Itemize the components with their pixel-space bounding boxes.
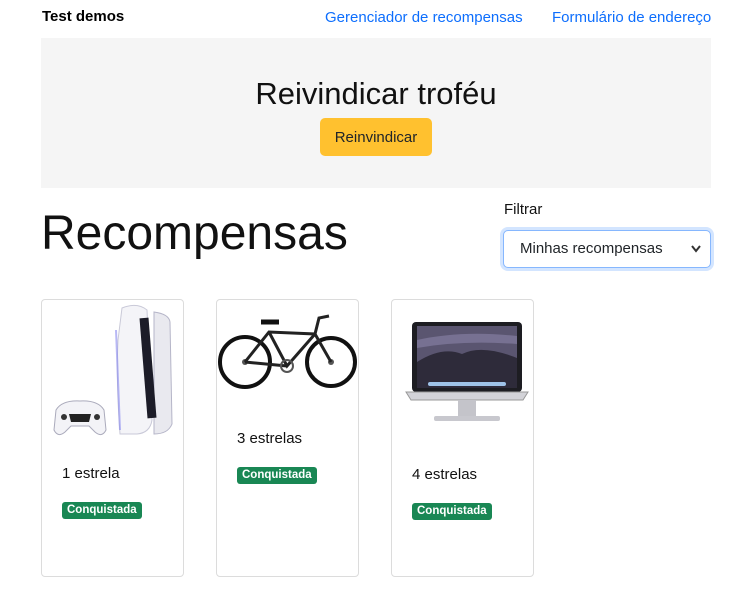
status-badge: Conquistada [62, 502, 142, 519]
nav-link-address-form[interactable]: Formulário de endereço [552, 9, 711, 26]
filter-label: Filtrar [504, 201, 543, 218]
hero-title: Reivindicar troféu [255, 76, 497, 111]
brand-logo[interactable]: Test demos [42, 8, 124, 25]
page-title: Recompensas [41, 207, 348, 260]
game-console-icon [42, 300, 183, 445]
filter-selected-value: Minhas recompensas [520, 240, 663, 257]
laptop-icon [392, 300, 533, 445]
filter-select[interactable]: Minhas recompensas [503, 230, 711, 268]
reward-card[interactable]: 4 estrelas Conquistada [391, 299, 534, 577]
reward-stars: 1 estrela [62, 465, 120, 482]
claim-button[interactable]: Reinvindicar [320, 118, 432, 156]
claim-trophy-banner: Reivindicar troféu Reinvindicar [41, 38, 711, 188]
reward-card[interactable]: 3 estrelas Conquistada [216, 299, 359, 577]
bicycle-icon [217, 300, 358, 405]
chevron-down-icon [690, 231, 702, 282]
reward-stars: 3 estrelas [237, 430, 303, 447]
reward-stars: 4 estrelas [412, 466, 478, 483]
status-badge: Conquistada [237, 467, 317, 484]
reward-card[interactable]: 1 estrela Conquistada [41, 299, 184, 577]
status-badge: Conquistada [412, 503, 492, 520]
nav-link-rewards-manager[interactable]: Gerenciador de recompensas [325, 9, 523, 26]
